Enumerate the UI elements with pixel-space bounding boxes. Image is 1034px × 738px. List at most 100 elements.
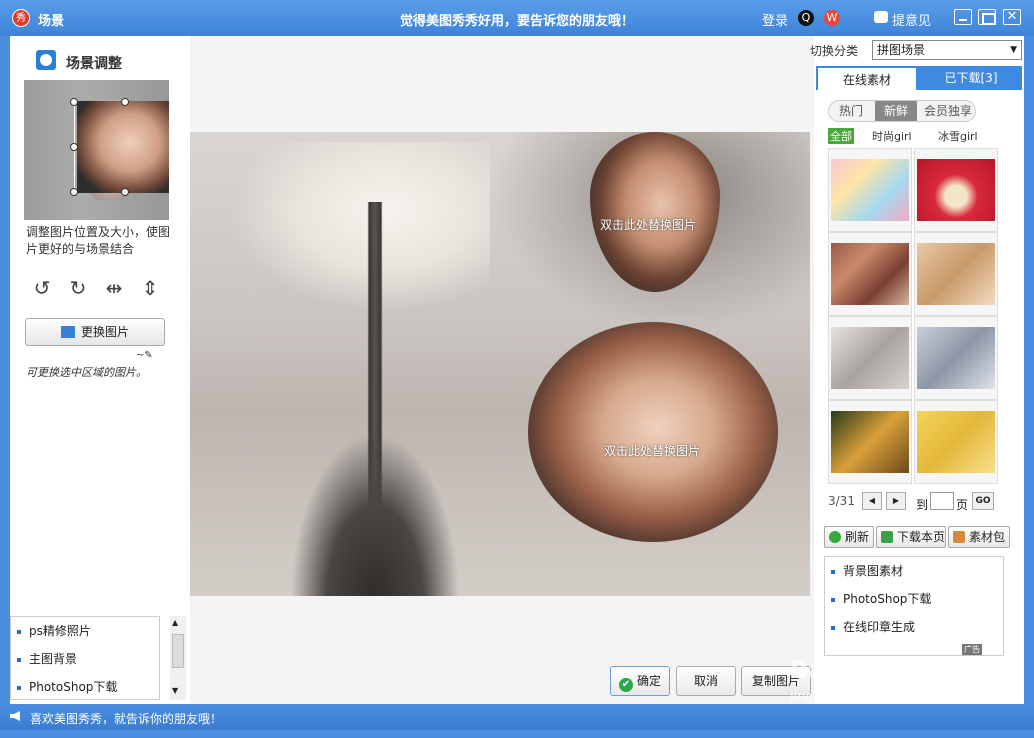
- crop-handle[interactable]: [70, 143, 78, 151]
- thumb-image: [917, 411, 995, 473]
- thumb-image: [917, 159, 995, 221]
- title-bar: 秀 场景 觉得美图秀秀好用，要告诉您的朋友哦！ 登录 Q W 提意见 ✕: [0, 0, 1034, 36]
- category-select[interactable]: 拼图场景 ▼: [872, 40, 1022, 60]
- filter-hot[interactable]: 热门: [829, 101, 873, 121]
- list-item[interactable]: 背景图素材: [825, 557, 1003, 585]
- minimize-button[interactable]: [954, 9, 972, 25]
- crop-handle[interactable]: [70, 98, 78, 106]
- tab-downloaded[interactable]: 已下载[3]: [922, 66, 1020, 90]
- prev-page-button[interactable]: ◀: [862, 492, 882, 510]
- thumb-image: [831, 243, 909, 305]
- scroll-up-icon[interactable]: ▲: [172, 618, 178, 627]
- feedback-link[interactable]: 提意见: [892, 10, 931, 29]
- scroll-thumb[interactable]: [172, 634, 184, 668]
- material-thumb[interactable]: [914, 232, 998, 316]
- position-preview[interactable]: [24, 80, 169, 220]
- handwritten-mark: ~✎: [136, 350, 153, 361]
- thumb-image: [831, 411, 909, 473]
- app-window: 秀 场景 觉得美图秀秀好用，要告诉您的朋友哦！ 登录 Q W 提意见 ✕ 场景调…: [0, 0, 1034, 738]
- feedback-icon[interactable]: [874, 11, 888, 23]
- maximize-button[interactable]: [978, 9, 996, 25]
- crop-handle[interactable]: [70, 188, 78, 196]
- subcat-ice-girl[interactable]: 冰雪girl: [938, 128, 978, 144]
- cancel-button[interactable]: 取消: [676, 666, 736, 696]
- replace-image-label: 更换图片: [80, 325, 129, 339]
- list-item[interactable]: PhotoShop下载: [825, 585, 1003, 613]
- thumb-image: [917, 327, 995, 389]
- crop-handle[interactable]: [121, 188, 129, 196]
- download-page-label: 下载本页: [897, 530, 946, 544]
- material-pack-label: 素材包: [969, 530, 1006, 544]
- material-thumb[interactable]: [828, 400, 912, 484]
- material-thumb[interactable]: [828, 316, 912, 400]
- left-ad-list: ps精修照片 主图背景 PhotoShop下载: [10, 616, 160, 700]
- go-button[interactable]: GO: [972, 492, 994, 510]
- ok-button[interactable]: ✔ 确定: [610, 666, 670, 696]
- flip-vertical-icon[interactable]: ⇕: [138, 276, 162, 300]
- close-button[interactable]: ✕: [1003, 9, 1021, 25]
- thumb-image: [917, 243, 995, 305]
- list-item[interactable]: 主图背景: [11, 645, 159, 673]
- eiffel-tower-base: [290, 432, 460, 596]
- filter-pills: 热门 新鲜 会员独享: [828, 100, 976, 122]
- weibo-icon[interactable]: W: [824, 10, 840, 26]
- goto-label: 到: [916, 498, 929, 512]
- scroll-down-icon[interactable]: ▼: [172, 686, 178, 695]
- flip-horizontal-icon[interactable]: ⇹: [102, 276, 126, 300]
- window-title: 场景: [38, 14, 65, 29]
- rotate-right-icon[interactable]: ↻: [66, 276, 90, 300]
- baidu-watermark: Baidu经验: [790, 656, 915, 684]
- replace-label-main[interactable]: 双击此处替换图片: [604, 442, 700, 459]
- scene-workspace: 双击此处替换图片 双击此处替换图片 ✔ 确定 取消 复制图片: [190, 36, 814, 704]
- material-thumb[interactable]: [914, 316, 998, 400]
- replace-label-top[interactable]: 双击此处替换图片: [600, 216, 696, 233]
- photo-slot-main[interactable]: [528, 322, 778, 542]
- check-icon: ✔: [618, 678, 633, 692]
- baidu-watermark-url: jingyan.baidu.com: [790, 690, 910, 705]
- refresh-label: 刷新: [845, 530, 870, 544]
- tab-online-material[interactable]: 在线素材: [818, 68, 916, 90]
- package-icon: [953, 531, 965, 543]
- material-panel: 切换分类 拼图场景 ▼ 在线素材 已下载[3] 热门 新鲜 会员独享 全部 时尚…: [810, 36, 1024, 704]
- crop-handle[interactable]: [121, 98, 129, 106]
- status-bar: 喜欢美图秀秀，就告诉你的朋友哦！: [0, 704, 1034, 730]
- crop-image: [77, 101, 169, 193]
- page-number-input[interactable]: [930, 492, 954, 510]
- page-indicator: 3/31: [828, 494, 855, 508]
- status-text: 喜欢美图秀秀，就告诉你的朋友哦！: [30, 712, 223, 726]
- rotate-left-icon[interactable]: ↺: [30, 276, 54, 300]
- material-pack-button[interactable]: 素材包: [948, 526, 1010, 548]
- filter-new[interactable]: 新鲜: [875, 101, 917, 121]
- filter-vip[interactable]: 会员独享: [919, 101, 975, 121]
- material-thumb[interactable]: [828, 148, 912, 232]
- list-item[interactable]: PhotoShop下载: [11, 673, 159, 699]
- list-item[interactable]: 在线印章生成: [825, 613, 1003, 641]
- ad-badge: 广告: [962, 644, 982, 655]
- download-page-button[interactable]: 下载本页: [876, 526, 946, 548]
- crop-box[interactable]: [74, 101, 169, 193]
- material-tabs: 在线素材 已下载[3]: [816, 66, 1022, 90]
- next-page-button[interactable]: ▶: [886, 492, 906, 510]
- qq-icon[interactable]: Q: [798, 10, 814, 26]
- category-select-value: 拼图场景: [877, 43, 926, 57]
- speaker-icon: [10, 711, 20, 721]
- replace-image-icon: [60, 326, 75, 338]
- subcat-fashion-girl[interactable]: 时尚girl: [872, 128, 912, 144]
- replace-image-button[interactable]: 更换图片: [25, 318, 165, 346]
- refresh-button[interactable]: 刷新: [824, 526, 874, 548]
- material-thumb[interactable]: [914, 148, 998, 232]
- list-item[interactable]: ps精修照片: [11, 617, 159, 645]
- subcat-all[interactable]: 全部: [828, 128, 854, 144]
- scene-canvas[interactable]: 双击此处替换图片 双击此处替换图片: [190, 132, 810, 596]
- login-link[interactable]: 登录: [762, 10, 788, 29]
- thumb-image: [831, 327, 909, 389]
- app-logo-icon: 秀: [12, 9, 30, 27]
- download-icon: [881, 531, 893, 543]
- refresh-icon: [829, 531, 841, 543]
- material-thumb[interactable]: [828, 232, 912, 316]
- switch-category-label: 切换分类: [810, 44, 859, 58]
- adjust-hint: 调整图片位置及大小，使图片更好的与场景结合: [26, 225, 171, 256]
- material-thumb[interactable]: [914, 400, 998, 484]
- ok-label: 确定: [636, 674, 661, 688]
- thumb-image: [831, 159, 909, 221]
